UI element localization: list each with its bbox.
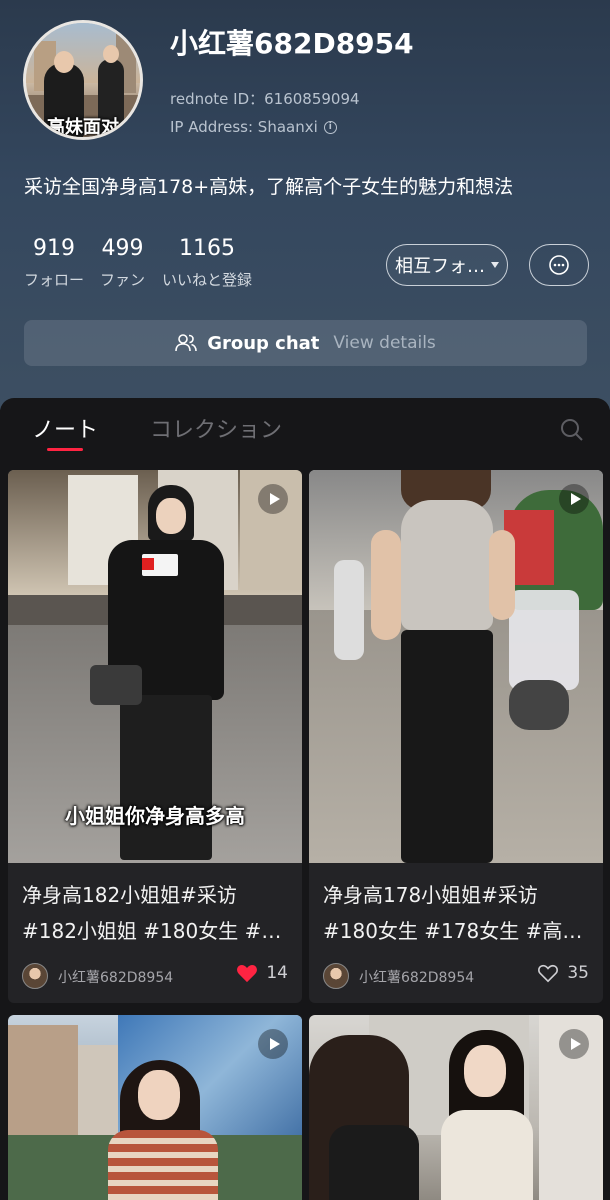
note-card[interactable]: 净身高178小姐姐#采访 #180女生 #178女生 #高… 小红薯682D89… [309, 470, 603, 1003]
note-card[interactable]: 小姐姐你净身高多高 净身高182小姐姐#采访 #182小姐姐 #180女生 #…… [8, 470, 302, 1003]
fans-count: 499 [101, 236, 144, 261]
tab-notes[interactable]: ノート [32, 412, 98, 444]
note-title[interactable]: 净身高182小姐姐#采访 #182小姐姐 #180女生 #… [8, 863, 302, 955]
group-icon [175, 334, 197, 352]
avatar-face-1 [54, 51, 74, 73]
note-cover-image[interactable]: 小姐姐你净身高多高 [8, 470, 302, 863]
note-footer: 小红薯682D8954 14 [8, 955, 302, 1003]
note-card[interactable] [8, 1015, 302, 1200]
heart-outline-icon [538, 964, 559, 983]
tab-collections[interactable]: コレクション [150, 412, 282, 444]
message-icon [549, 255, 569, 275]
note-title[interactable]: 净身高178小姐姐#采访 #180女生 #178女生 #高… [309, 863, 603, 955]
like-button[interactable]: 14 [236, 963, 288, 983]
follow-button-label: 相互フォ… [395, 256, 485, 277]
avatar-caption: 高妹面对 [47, 117, 119, 138]
stat-likes[interactable]: 1165 いいねと登録 [162, 236, 252, 290]
play-icon [258, 1029, 288, 1059]
following-label: フォロー [24, 271, 85, 289]
ip-address-text: IP Address: Shaanxi [170, 118, 318, 136]
mutual-follow-button[interactable]: 相互フォ… [386, 244, 508, 286]
username: 小红薯682D8954 [170, 27, 414, 60]
profile-avatar[interactable]: 高妹面对 [23, 20, 143, 140]
heart-icon [237, 964, 258, 983]
author-name[interactable]: 小红薯682D8954 [58, 967, 173, 987]
note-footer: 小红薯682D8954 35 [309, 955, 603, 1003]
note-overlay-text: 小姐姐你净身高多高 [65, 804, 245, 828]
note-cover-image[interactable] [8, 1015, 302, 1200]
like-count: 35 [567, 963, 589, 983]
group-chat-title: Group chat [207, 332, 320, 354]
likes-count: 1165 [179, 236, 235, 261]
play-icon [559, 1029, 589, 1059]
play-icon [258, 484, 288, 514]
likes-label: いいねと登録 [162, 271, 253, 289]
search-icon[interactable] [560, 418, 584, 442]
profile-header: 高妹面对 小红薯682D8954 rednote ID：6160859094 I… [0, 0, 610, 410]
author-name[interactable]: 小红薯682D8954 [359, 967, 474, 987]
fans-label: ファン [100, 271, 146, 289]
group-chat-view-details[interactable]: View details [333, 333, 435, 353]
author-avatar[interactable] [323, 963, 349, 989]
group-chat-bar[interactable]: Group chat View details [24, 320, 587, 366]
like-count: 14 [266, 963, 288, 983]
ip-address: IP Address: Shaanxi i [170, 118, 337, 136]
author-avatar[interactable] [22, 963, 48, 989]
stat-following[interactable]: 919 フォロー [24, 236, 84, 290]
chevron-down-icon [491, 262, 499, 268]
avatar-face-2 [103, 45, 119, 63]
active-tab-indicator [47, 448, 83, 451]
following-count: 919 [33, 236, 75, 261]
profile-bio: 采访全国净身高178+高妹，了解高个子女生的魅力和想法 [24, 176, 514, 198]
note-cover-image[interactable] [309, 1015, 603, 1200]
note-card[interactable] [309, 1015, 603, 1200]
note-cover-image[interactable] [309, 470, 603, 863]
stat-fans[interactable]: 499 ファン [100, 236, 145, 290]
play-icon [559, 484, 589, 514]
message-button[interactable] [529, 244, 589, 286]
info-icon[interactable]: i [323, 120, 337, 134]
rednote-id: rednote ID：6160859094 [170, 90, 360, 108]
like-button[interactable]: 35 [537, 963, 589, 983]
